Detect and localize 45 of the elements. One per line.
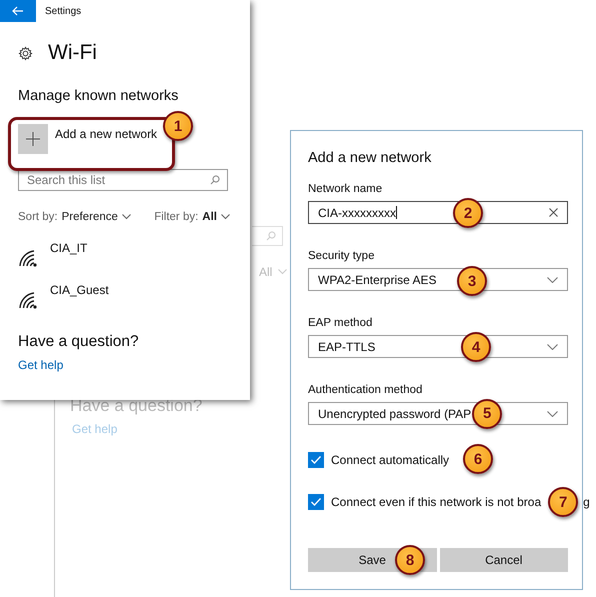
chevron-icon: [547, 276, 558, 282]
clear-icon[interactable]: [549, 208, 558, 217]
search-icon: [266, 231, 276, 241]
field-label: Authentication method: [308, 384, 424, 396]
window-title: Settings: [45, 6, 82, 16]
gear-icon: [18, 46, 33, 60]
help-link[interactable]: Get help: [18, 358, 232, 372]
help-heading: Have a question?: [70, 396, 202, 416]
dropdown-value: WPA2-Enterprise AES: [318, 272, 436, 286]
checkbox-label: Connect even if this network is not broa: [331, 495, 542, 509]
cancel-button[interactable]: Cancel: [440, 548, 568, 572]
chevron-icon: [278, 269, 288, 275]
sort-label: Sort by:: [18, 211, 58, 223]
search-field[interactable]: Search this list: [18, 169, 228, 191]
checkbox-label: Connect automatically: [331, 453, 450, 467]
search-icon: [210, 175, 220, 185]
arrow-icon: [12, 6, 24, 16]
help-heading: Have a question?: [18, 333, 140, 351]
dialog-title: Add a new network: [308, 150, 432, 166]
field-value: CIA-xxxxxxxxx: [318, 206, 396, 220]
dropdown-value: Unencrypted password (PAP: [318, 406, 472, 420]
plus-icon: [26, 132, 40, 146]
sort-value[interactable]: Preference: [62, 211, 118, 223]
section-heading: Manage known networks: [18, 88, 180, 104]
page-title: Wi-Fi: [48, 41, 97, 65]
back-button[interactable]: [0, 0, 36, 22]
field-label: Security type: [308, 250, 376, 262]
filter-value[interactable]: All: [202, 211, 217, 223]
chevron-icon: [547, 344, 558, 350]
chevron-icon: [547, 410, 558, 416]
dropdown-value: EAP-TTLS: [318, 340, 376, 354]
add-button[interactable]: [18, 124, 48, 154]
checkbox[interactable]: [308, 494, 324, 510]
filter-label: Filter by:: [154, 211, 198, 223]
add-network-label[interactable]: Add a new network: [55, 127, 158, 141]
network-name[interactable]: CIA_Guest: [50, 283, 109, 297]
field-label: Network name: [308, 183, 384, 195]
checkbox[interactable]: [308, 452, 324, 468]
callout-tooltip: 7: [548, 487, 578, 517]
field-label: EAP method: [308, 317, 374, 329]
callout-tooltip: 5: [472, 398, 502, 428]
chevron-icon: [221, 214, 230, 220]
network-name[interactable]: CIA_IT: [50, 241, 88, 255]
chevron-icon: [122, 214, 131, 220]
checkbox-label: g: [583, 495, 590, 509]
